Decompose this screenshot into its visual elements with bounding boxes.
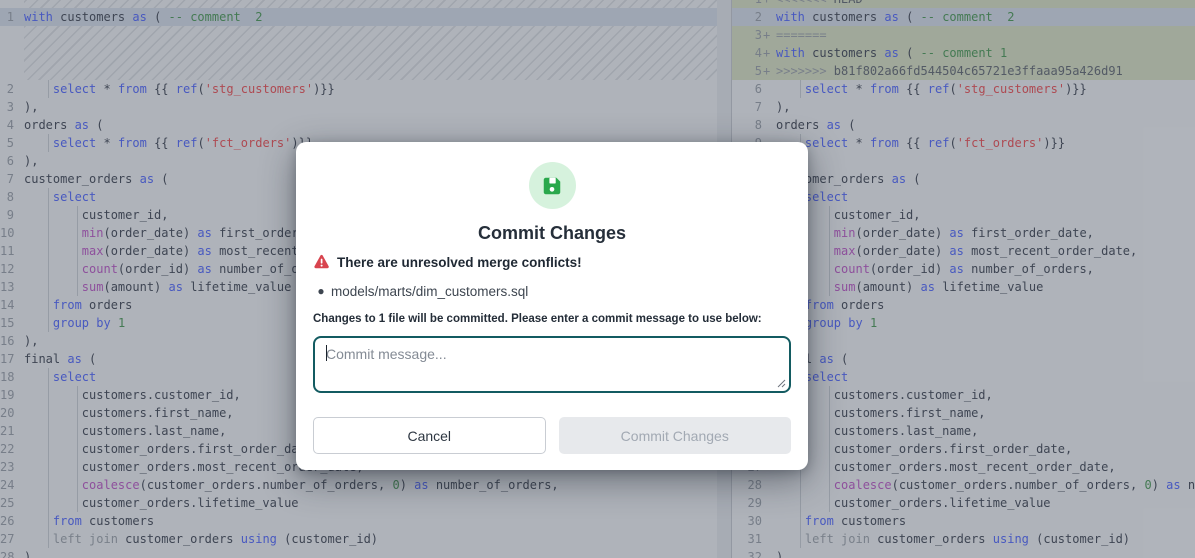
modal-actions: Cancel Commit Changes bbox=[313, 417, 791, 454]
conflicted-file-path: models/marts/dim_customers.sql bbox=[331, 284, 528, 299]
cancel-button[interactable]: Cancel bbox=[313, 417, 546, 454]
merge-conflict-warning: There are unresolved merge conflicts! bbox=[313, 254, 791, 270]
commit-message-wrap bbox=[313, 336, 791, 393]
conflicted-file-item: ● models/marts/dim_customers.sql bbox=[313, 283, 791, 299]
modal-title: Commit Changes bbox=[313, 223, 791, 244]
commit-changes-button[interactable]: Commit Changes bbox=[559, 417, 792, 454]
save-icon-circle bbox=[529, 162, 576, 209]
commit-message-input[interactable] bbox=[313, 336, 791, 393]
warning-text: There are unresolved merge conflicts! bbox=[337, 255, 582, 270]
save-floppy-icon bbox=[541, 175, 563, 197]
bullet-icon: ● bbox=[313, 284, 329, 298]
ide-screen: 1with customers as ( -- comment 22 selec… bbox=[0, 0, 1195, 558]
commit-description: Changes to 1 file will be committed. Ple… bbox=[313, 313, 791, 327]
warning-triangle-icon bbox=[313, 254, 330, 270]
commit-changes-modal: Commit Changes There are unresolved merg… bbox=[296, 142, 808, 470]
